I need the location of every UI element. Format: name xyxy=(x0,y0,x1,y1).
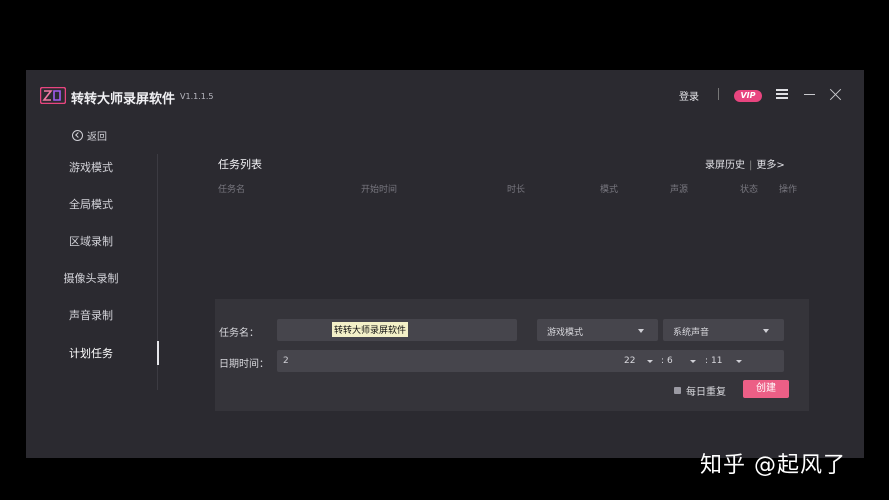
second-chevron-icon[interactable] xyxy=(736,360,742,363)
sidebar-item-audio-record[interactable]: 声音录制 xyxy=(26,307,156,323)
column-header-actions: 操作 xyxy=(779,185,798,195)
minute-value[interactable]: 6 xyxy=(667,356,673,366)
column-header-task-name: 任务名 xyxy=(218,185,246,195)
record-history-link[interactable]: 录屏历史 xyxy=(705,160,745,171)
task-name-field[interactable]: 转转大师录屏软件 xyxy=(277,319,517,341)
sidebar-item-game-mode[interactable]: 游戏模式 xyxy=(26,159,156,175)
daily-repeat-label[interactable]: 每日重复 xyxy=(686,383,726,398)
column-header-duration: 时长 xyxy=(507,185,526,195)
new-task-panel: 任务名： 转转大师录屏软件 游戏模式 系统声音 日期时间： 2 22 : 6 :… xyxy=(215,299,809,411)
vip-badge[interactable]: VIP xyxy=(734,90,762,102)
date-input-value[interactable]: 2 xyxy=(283,356,289,366)
app-version: V1.1.1.5 xyxy=(180,92,214,101)
back-arrow-icon xyxy=(72,129,83,141)
sidebar-item-scheduled-task[interactable]: 计划任务 xyxy=(26,345,156,361)
chevron-down-icon xyxy=(638,329,644,333)
column-header-status: 状态 xyxy=(740,185,759,195)
daily-repeat-checkbox[interactable] xyxy=(674,387,681,394)
mode-select[interactable]: 游戏模式 xyxy=(537,319,658,341)
sidebar-item-region-record[interactable]: 区域录制 xyxy=(26,233,156,249)
minimize-icon[interactable] xyxy=(804,94,815,95)
chevron-down-icon xyxy=(763,329,769,333)
task-name-value: 转转大师录屏软件 xyxy=(332,322,409,337)
watermark-text: 知乎 @起风了 xyxy=(700,453,846,478)
hour-chevron-icon[interactable] xyxy=(647,360,653,363)
menu-icon[interactable] xyxy=(776,89,788,100)
column-header-audio-source: 声源 xyxy=(670,185,689,195)
title-bar: 转转大师录屏软件 V1.1.1.5 登录 VIP xyxy=(26,70,864,122)
task-name-label: 任务名： xyxy=(219,328,259,339)
time-colon: : xyxy=(705,356,709,366)
time-colon: : xyxy=(661,356,665,366)
mode-select-value: 游戏模式 xyxy=(547,328,584,338)
date-time-label: 日期时间： xyxy=(219,359,269,370)
sidebar-active-indicator xyxy=(157,341,159,365)
sidebar-item-global-mode[interactable]: 全局模式 xyxy=(26,196,156,212)
login-link[interactable]: 登录 xyxy=(679,88,699,103)
sidebar-item-camera-record[interactable]: 摄像头录制 xyxy=(26,270,156,286)
audio-select-value: 系统声音 xyxy=(673,328,710,338)
history-links: 录屏历史 | 更多> xyxy=(705,156,785,171)
app-logo-icon xyxy=(40,87,66,104)
back-label: 返回 xyxy=(87,131,107,143)
column-header-start-time: 开始时间 xyxy=(361,185,398,195)
second-value[interactable]: 11 xyxy=(711,356,722,366)
app-title: 转转大师录屏软件 xyxy=(71,92,176,107)
column-header-mode: 模式 xyxy=(600,185,619,195)
audio-select[interactable]: 系统声音 xyxy=(663,319,784,341)
task-list-title: 任务列表 xyxy=(218,158,262,171)
date-time-field[interactable]: 2 22 : 6 : 11 xyxy=(277,350,784,372)
title-separator xyxy=(718,88,719,100)
back-button[interactable]: 返回 xyxy=(72,127,107,143)
create-button[interactable]: 创建 xyxy=(743,380,789,398)
history-separator: | xyxy=(749,160,753,171)
app-window: 转转大师录屏软件 V1.1.1.5 登录 VIP 返回 游戏模式 全局模式 区域… xyxy=(26,70,864,458)
close-icon[interactable] xyxy=(828,88,842,102)
more-link[interactable]: 更多> xyxy=(756,160,784,171)
hour-value[interactable]: 22 xyxy=(624,356,635,366)
minute-chevron-icon[interactable] xyxy=(690,360,696,363)
